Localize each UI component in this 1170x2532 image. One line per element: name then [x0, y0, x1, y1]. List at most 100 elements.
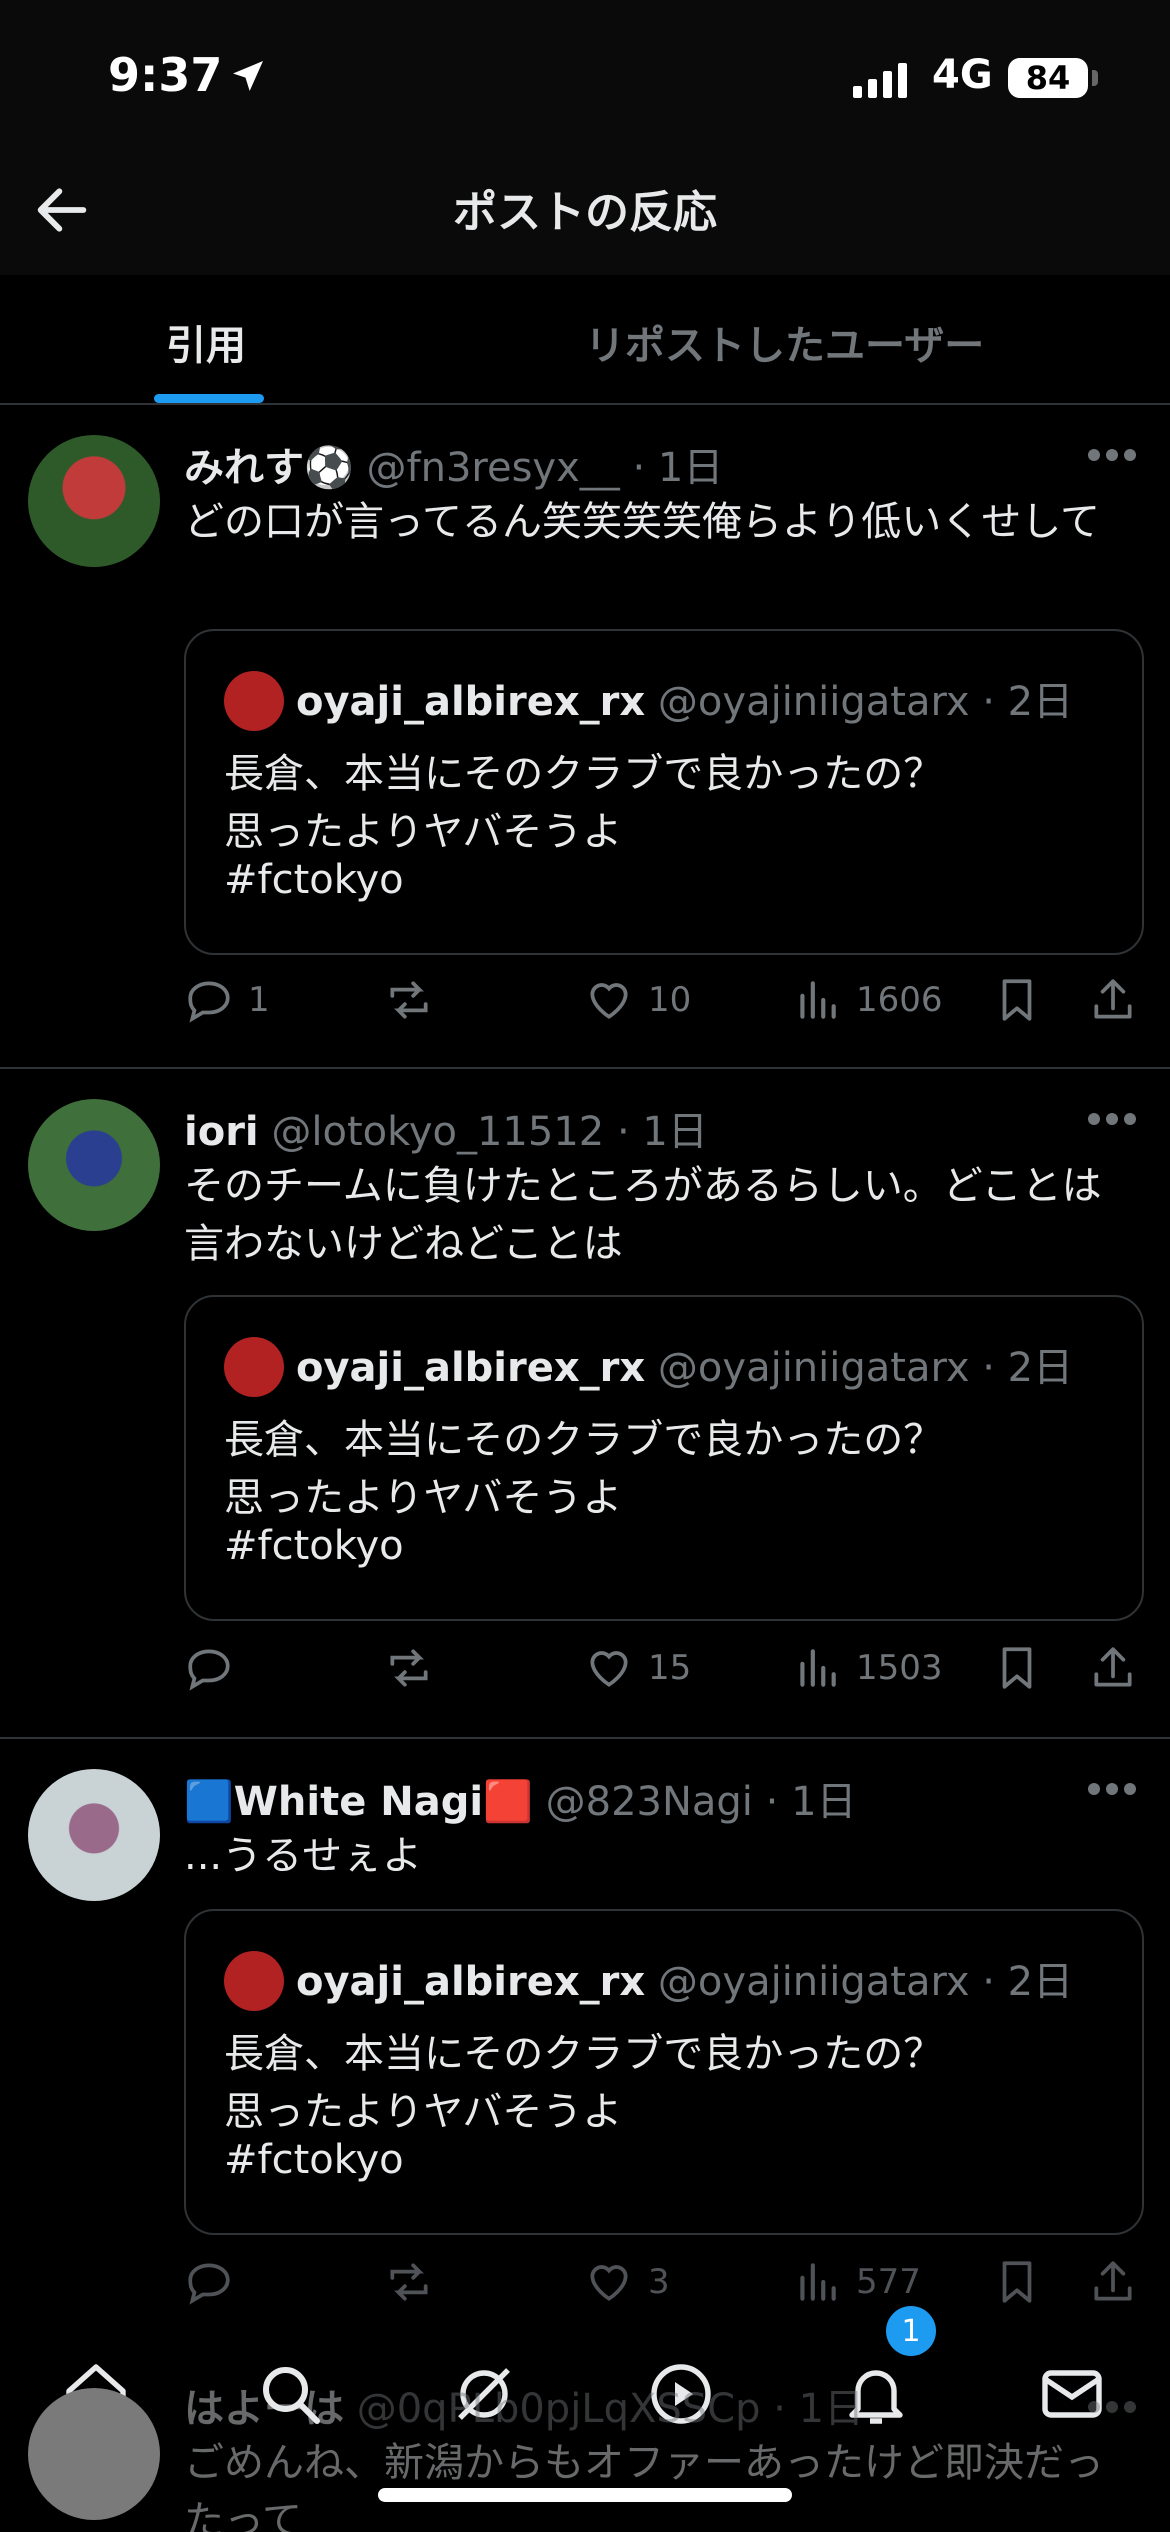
tab-bar: 引用 リポストしたユーザー	[0, 275, 1170, 405]
home-indicator[interactable]	[378, 2488, 792, 2502]
like-button[interactable]: 3	[584, 2257, 670, 2307]
quoted-hashtag[interactable]: #fctokyo	[224, 1523, 404, 1569]
display-name[interactable]: はよーは	[184, 2386, 344, 2432]
header: ポストの反応	[0, 150, 1170, 275]
mail-icon[interactable]	[1036, 2358, 1108, 2430]
quoted-line: 長倉、本当にそのクラブで良かったの？	[224, 751, 944, 797]
quoted-time: · 2日	[982, 1959, 1074, 2005]
repost-icon	[390, 981, 428, 1019]
compose-avatar-button[interactable]	[28, 2388, 160, 2520]
view-count: 577	[856, 2262, 921, 2302]
notification-badge: 1	[886, 2306, 936, 2356]
user-handle[interactable]: @0qPLb0pjLqXSSCp	[357, 2386, 761, 2432]
repost-button[interactable]	[384, 1643, 434, 1693]
post-time: · 1日	[616, 1109, 708, 1155]
post-header: はよーは @0qPLb0pjLqXSSCp · 1日	[184, 2376, 864, 2434]
like-icon	[590, 983, 628, 1019]
quoted-hashtag[interactable]: #fctokyo	[224, 2137, 404, 2183]
quoted-handle: @oyajiniigatarx	[657, 1345, 970, 1391]
battery-nub	[1092, 70, 1098, 86]
reply-icon	[188, 1649, 230, 1691]
views-button[interactable]: 1606	[792, 975, 943, 1025]
reply-icon	[188, 981, 230, 1023]
bookmark-button[interactable]	[992, 2257, 1042, 2307]
post-time: · 1日	[765, 1779, 857, 1825]
avatar[interactable]	[28, 1769, 160, 1901]
views-icon	[800, 2263, 836, 2301]
location-arrow-icon	[233, 61, 263, 91]
display-name[interactable]: みれす⚽️	[184, 445, 354, 491]
active-tab-indicator	[154, 394, 264, 403]
share-button[interactable]	[1088, 1643, 1138, 1693]
quoted-name: oyaji_albirex_rx	[296, 1345, 646, 1391]
quoted-handle: @oyajiniigatarx	[657, 1959, 970, 2005]
repost-icon	[390, 1649, 428, 1687]
reply-icon	[188, 2263, 230, 2305]
more-icon[interactable]	[1086, 443, 1138, 467]
avatar[interactable]	[28, 1099, 160, 1231]
quoted-post[interactable]: oyaji_albirex_rx @oyajiniigatarx · 2日 長倉…	[184, 629, 1144, 955]
tab-reposts[interactable]: リポストしたユーザー	[585, 313, 984, 371]
signal-icon	[853, 60, 907, 98]
more-icon[interactable]	[1086, 1107, 1138, 1131]
quoted-header: oyaji_albirex_rx @oyajiniigatarx · 2日	[296, 1335, 1073, 1393]
like-icon	[590, 1651, 628, 1687]
bookmark-icon	[1002, 1647, 1032, 1689]
quoted-avatar	[224, 1951, 284, 2011]
like-count: 3	[648, 2262, 670, 2302]
like-icon	[590, 2265, 628, 2301]
bookmark-button[interactable]	[992, 1643, 1042, 1693]
user-handle[interactable]: @fn3resyx__	[367, 445, 620, 491]
display-name[interactable]: iori	[184, 1109, 259, 1155]
quoted-handle: @oyajiniigatarx	[657, 679, 970, 725]
quoted-avatar	[224, 671, 284, 731]
avatar[interactable]	[28, 435, 160, 567]
more-icon[interactable]	[1086, 2395, 1138, 2419]
page-title: ポストの反応	[453, 187, 717, 238]
quoted-post[interactable]: oyaji_albirex_rx @oyajiniigatarx · 2日 長倉…	[184, 1909, 1144, 2235]
bookmark-button[interactable]	[992, 975, 1042, 1025]
user-handle[interactable]: @lotokyo_11512	[271, 1109, 604, 1155]
quoted-line: 長倉、本当にそのクラブで良かったの？	[224, 2031, 944, 2077]
views-button[interactable]: 1503	[792, 1643, 943, 1693]
post-time: · 1日	[773, 2386, 865, 2432]
views-button[interactable]: 577	[792, 2257, 921, 2307]
post-header: iori @lotokyo_11512 · 1日	[184, 1099, 1080, 1155]
status-time: 9:37	[108, 48, 223, 102]
like-button[interactable]: 15	[584, 1643, 691, 1693]
quoted-hashtag[interactable]: #fctokyo	[224, 857, 404, 903]
reply-button[interactable]	[184, 1643, 234, 1693]
post-header: 🟦White Nagi🟥 @823Nagi · 1日	[184, 1769, 1080, 1825]
quoted-header: oyaji_albirex_rx @oyajiniigatarx · 2日	[296, 669, 1073, 727]
battery-level: 84	[1025, 59, 1071, 97]
tab-quotes[interactable]: 引用	[166, 313, 246, 371]
reply-button[interactable]: 1	[184, 975, 270, 1025]
reply-count: 1	[248, 980, 270, 1020]
quoted-time: · 2日	[982, 679, 1074, 725]
repost-button[interactable]	[384, 975, 434, 1025]
quoted-post[interactable]: oyaji_albirex_rx @oyajiniigatarx · 2日 長倉…	[184, 1295, 1144, 1621]
views-icon	[800, 1649, 836, 1687]
user-handle[interactable]: @823Nagi	[546, 1779, 753, 1825]
post[interactable]: 🟦White Nagi🟥 @823Nagi · 1日 ...うるせぇよ oyaj…	[0, 1741, 1170, 2341]
share-icon	[1094, 1647, 1132, 1687]
reply-button[interactable]	[184, 2257, 234, 2307]
more-icon[interactable]	[1086, 1777, 1138, 1801]
post-actions: 3 577	[184, 2257, 1150, 2327]
post-actions: 1 10 1606	[184, 975, 1150, 1045]
quoted-name: oyaji_albirex_rx	[296, 1959, 646, 2005]
share-button[interactable]	[1088, 2257, 1138, 2307]
quoted-line: 長倉、本当にそのクラブで良かったの？	[224, 1417, 944, 1463]
status-bar: 9:37 4G 84	[0, 0, 1170, 150]
quoted-name: oyaji_albirex_rx	[296, 679, 646, 725]
display-name[interactable]: 🟦White Nagi🟥	[184, 1779, 533, 1825]
share-button[interactable]	[1088, 975, 1138, 1025]
like-button[interactable]: 10	[584, 975, 691, 1025]
post-text: ごめんね、新潟からもオファーあったけど即決だったって	[184, 2440, 1104, 2532]
share-icon	[1094, 2261, 1132, 2301]
post[interactable]: iori @lotokyo_11512 · 1日 そのチームに負けたところがある…	[0, 1071, 1170, 1739]
post-text: どの口が言ってるん笑笑笑笑俺らより低いくせして	[184, 499, 1100, 545]
share-icon	[1094, 979, 1132, 1019]
repost-button[interactable]	[384, 2257, 434, 2307]
post[interactable]: みれす⚽️ @fn3resyx__ · 1日 どの口が言ってるん笑笑笑笑俺らより…	[0, 407, 1170, 1069]
